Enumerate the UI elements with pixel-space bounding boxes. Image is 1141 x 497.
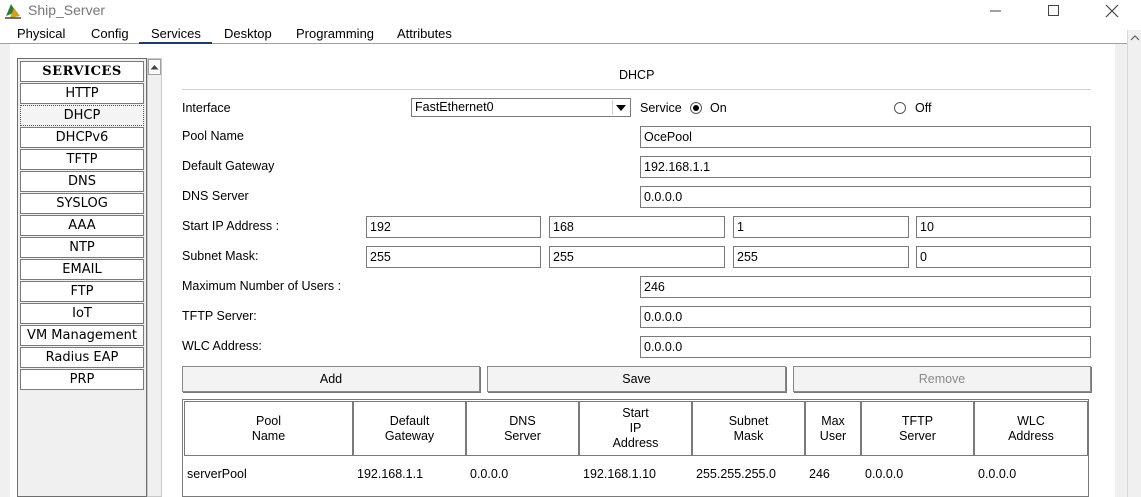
title-bar: Ship_Server xyxy=(0,0,1141,22)
dropdown-arrow-icon[interactable] xyxy=(612,100,629,115)
dns-server-input[interactable] xyxy=(640,186,1091,208)
service-tftp[interactable]: TFTP xyxy=(20,149,144,170)
col-start-ip[interactable]: Start IP Address xyxy=(579,401,692,456)
col-subnet-mask[interactable]: Subnet Mask xyxy=(692,401,805,456)
tab-physical[interactable]: Physical xyxy=(17,26,65,41)
service-prp[interactable]: PRP xyxy=(20,369,144,390)
service-dhcp[interactable]: DHCP xyxy=(20,105,144,126)
cell-subnet-mask: 255.255.255.0 xyxy=(696,467,776,481)
chevron-up-icon xyxy=(150,65,159,70)
col-tftp-server[interactable]: TFTP Server xyxy=(861,401,974,456)
cell-dns-server: 0.0.0.0 xyxy=(470,467,509,481)
col-wlc-address[interactable]: WLC Address xyxy=(974,401,1088,456)
wlc-address-label: WLC Address: xyxy=(182,339,262,353)
cell-pool-name: serverPool xyxy=(187,467,247,481)
subnet-mask-label: Subnet Mask: xyxy=(182,249,259,263)
maximize-button[interactable] xyxy=(1031,0,1077,22)
title-separator xyxy=(182,89,1091,90)
service-vm-management[interactable]: VM Management xyxy=(20,325,144,346)
save-button[interactable]: Save xyxy=(487,366,786,392)
subnet-octet-4[interactable] xyxy=(916,246,1091,268)
tftp-server-label: TFTP Server: xyxy=(182,309,257,323)
window-title: Ship_Server xyxy=(28,2,106,18)
services-scrollbar[interactable] xyxy=(147,58,162,497)
service-http[interactable]: HTTP xyxy=(20,83,144,104)
service-label: Service xyxy=(640,101,682,115)
service-on-radio[interactable] xyxy=(690,102,702,114)
remove-button[interactable]: Remove xyxy=(793,366,1091,392)
tftp-server-input[interactable] xyxy=(640,306,1091,328)
col-default-gateway[interactable]: Default Gateway xyxy=(353,401,466,456)
start-ip-octet-4[interactable] xyxy=(916,216,1091,238)
service-off-radio[interactable] xyxy=(894,102,906,114)
wlc-address-input[interactable] xyxy=(640,336,1091,358)
add-button[interactable]: Add xyxy=(182,366,480,392)
interface-value: FastEthernet0 xyxy=(415,100,494,114)
interface-label: Interface xyxy=(182,101,231,115)
service-dhcpv6[interactable]: DHCPv6 xyxy=(20,127,144,148)
tab-config[interactable]: Config xyxy=(91,26,129,41)
tab-desktop[interactable]: Desktop xyxy=(224,26,272,41)
pool-name-label: Pool Name xyxy=(182,129,244,143)
pool-table: Pool Name Default Gateway DNS Server Sta… xyxy=(182,399,1089,497)
server-app-icon xyxy=(4,2,22,20)
service-dns[interactable]: DNS xyxy=(20,171,144,192)
dhcp-title: DHCP xyxy=(619,68,655,82)
dns-server-label: DNS Server xyxy=(182,189,249,203)
interface-select[interactable]: FastEthernet0 xyxy=(411,98,631,117)
service-ftp[interactable]: FTP xyxy=(20,281,144,302)
tab-services[interactable]: Services xyxy=(151,26,201,41)
service-on-label: On xyxy=(710,101,727,115)
scroll-up-icon[interactable] xyxy=(1129,32,1141,44)
cell-default-gateway: 192.168.1.1 xyxy=(357,467,424,481)
tab-strip: Physical Config Services Desktop Program… xyxy=(0,22,1141,45)
cell-start-ip: 192.168.1.10 xyxy=(583,467,656,481)
services-list: SERVICES HTTP DHCP DHCPv6 TFTP DNS SYSLO… xyxy=(17,58,147,497)
col-pool-name[interactable]: Pool Name xyxy=(184,401,353,456)
subnet-octet-2[interactable] xyxy=(549,246,725,268)
col-max-user[interactable]: Max User xyxy=(805,401,861,456)
default-gateway-label: Default Gateway xyxy=(182,159,275,173)
cell-max-user: 246 xyxy=(809,467,830,481)
service-ntp[interactable]: NTP xyxy=(20,237,144,258)
start-ip-octet-2[interactable] xyxy=(549,216,725,238)
service-off-label: Off xyxy=(915,101,932,115)
default-gateway-input[interactable] xyxy=(640,156,1091,178)
start-ip-octet-1[interactable] xyxy=(366,216,541,238)
service-aaa[interactable]: AAA xyxy=(20,215,144,236)
subnet-octet-1[interactable] xyxy=(366,246,541,268)
subnet-octet-3[interactable] xyxy=(733,246,909,268)
panel-scrollbar[interactable] xyxy=(1127,30,1141,497)
start-ip-label: Start IP Address : xyxy=(182,219,280,233)
minimize-button[interactable] xyxy=(973,0,1019,22)
start-ip-octet-3[interactable] xyxy=(733,216,909,238)
service-radius-eap[interactable]: Radius EAP xyxy=(20,347,144,368)
scroll-up-button[interactable] xyxy=(148,59,161,75)
close-button[interactable] xyxy=(1089,0,1135,22)
services-header: SERVICES xyxy=(20,61,144,82)
pool-name-input[interactable] xyxy=(640,126,1091,148)
service-syslog[interactable]: SYSLOG xyxy=(20,193,144,214)
service-email[interactable]: EMAIL xyxy=(20,259,144,280)
service-iot[interactable]: IoT xyxy=(20,303,144,324)
cell-wlc-address: 0.0.0.0 xyxy=(978,467,1017,481)
tab-attributes[interactable]: Attributes xyxy=(397,26,452,41)
col-dns-server[interactable]: DNS Server xyxy=(466,401,579,456)
max-users-input[interactable] xyxy=(640,276,1091,298)
tab-programming[interactable]: Programming xyxy=(296,26,374,41)
cell-tftp-server: 0.0.0.0 xyxy=(865,467,904,481)
max-users-label: Maximum Number of Users : xyxy=(182,279,342,293)
